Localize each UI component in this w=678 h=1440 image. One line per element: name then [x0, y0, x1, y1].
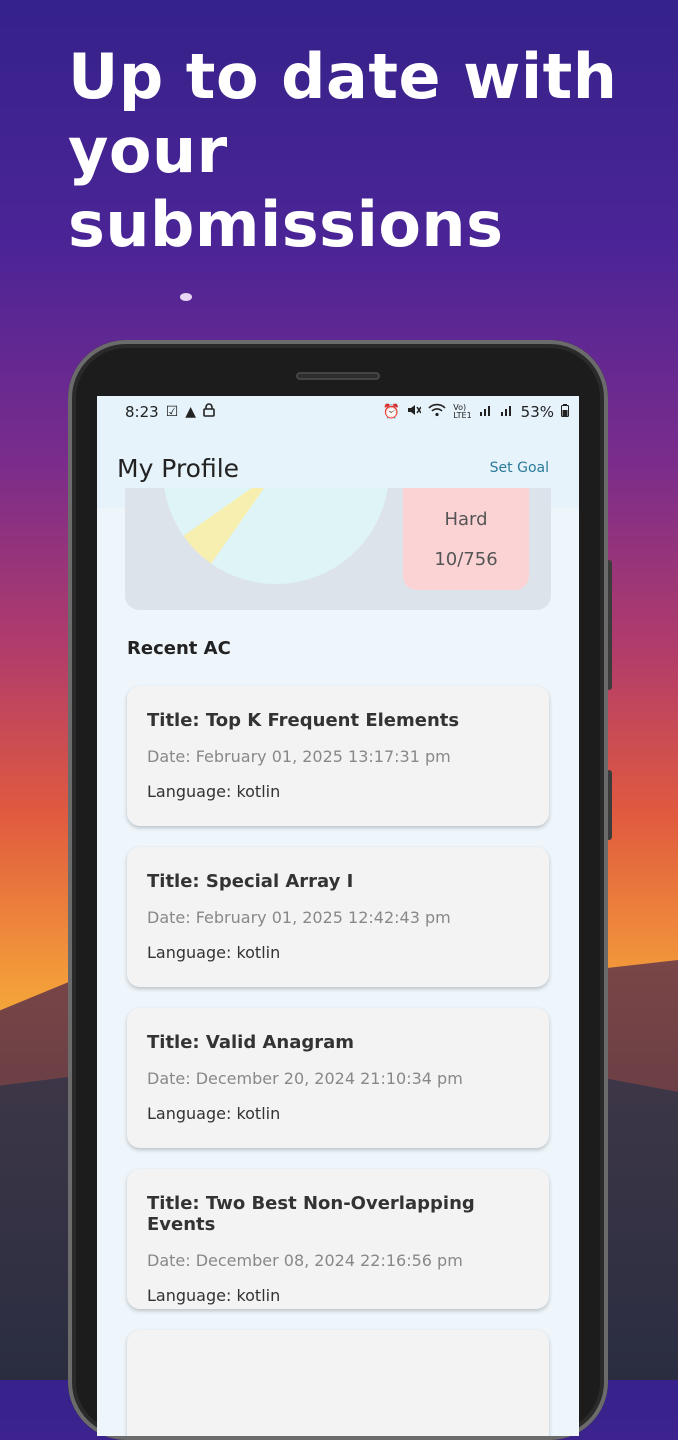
submission-language: Language: kotlin: [147, 1104, 281, 1123]
submission-date: Date: December 08, 2024 22:16:56 pm: [147, 1251, 463, 1270]
lock-icon: [203, 403, 215, 421]
submission-card[interactable]: Title: Special Array I Date: February 01…: [127, 847, 549, 987]
headline: Up to date with your submissions: [68, 40, 668, 262]
solved-pie-chart: [163, 488, 389, 584]
submission-card-partial[interactable]: [127, 1330, 549, 1436]
phone-frame: 8:23 ☑ ▲ ⏰ Vo) LTE1 53% My Profile Set G…: [68, 340, 608, 1440]
signal-icon: [479, 404, 493, 420]
difficulty-chart-card: Hard 10/756: [125, 488, 551, 610]
submission-date: Date: February 01, 2025 12:42:43 pm: [147, 908, 451, 927]
submission-title: Title: Two Best Non-Overlapping Events: [147, 1193, 475, 1235]
check-square-icon: ☑: [165, 404, 179, 420]
submission-title: Title: Valid Anagram: [147, 1032, 355, 1053]
warning-icon: ▲: [185, 404, 197, 420]
submission-title: Title: Special Array I: [147, 871, 354, 892]
submission-date: Date: February 01, 2025 13:17:31 pm: [147, 747, 451, 766]
submission-language: Language: kotlin: [147, 782, 281, 801]
phone-screen: 8:23 ☑ ▲ ⏰ Vo) LTE1 53% My Profile Set G…: [97, 396, 579, 1436]
submission-title: Title: Top K Frequent Elements: [147, 710, 460, 731]
hard-label: Hard: [444, 509, 488, 530]
headline-line-1: Up to date with: [68, 40, 618, 113]
hard-stat-box: Hard 10/756: [403, 488, 529, 590]
submission-language: Language: kotlin: [147, 1286, 281, 1305]
recent-ac-title: Recent AC: [127, 638, 231, 659]
signal-icon-2: [500, 404, 514, 420]
set-goal-button[interactable]: Set Goal: [490, 460, 549, 476]
status-bar: 8:23 ☑ ▲ ⏰ Vo) LTE1 53%: [97, 396, 579, 428]
alarm-icon: ⏰: [382, 404, 401, 420]
hard-value: 10/756: [434, 549, 498, 570]
submission-card[interactable]: Title: Top K Frequent Elements Date: Feb…: [127, 686, 549, 826]
wifi-icon: [428, 403, 446, 421]
submission-language: Language: kotlin: [147, 943, 281, 962]
submission-date: Date: December 20, 2024 21:10:34 pm: [147, 1069, 463, 1088]
mute-icon: [407, 403, 422, 421]
battery-percent: 53%: [520, 403, 554, 421]
phone-speaker: [296, 372, 380, 380]
status-time: 8:23: [125, 403, 159, 421]
page-title: My Profile: [117, 453, 240, 483]
battery-icon: [561, 403, 569, 421]
submission-card[interactable]: Title: Two Best Non-Overlapping Events D…: [127, 1169, 549, 1309]
submission-card[interactable]: Title: Valid Anagram Date: December 20, …: [127, 1008, 549, 1148]
volte-icon: Vo) LTE1: [453, 403, 472, 420]
headline-line-2: your submissions: [68, 114, 504, 261]
star-decoration: [180, 293, 192, 301]
